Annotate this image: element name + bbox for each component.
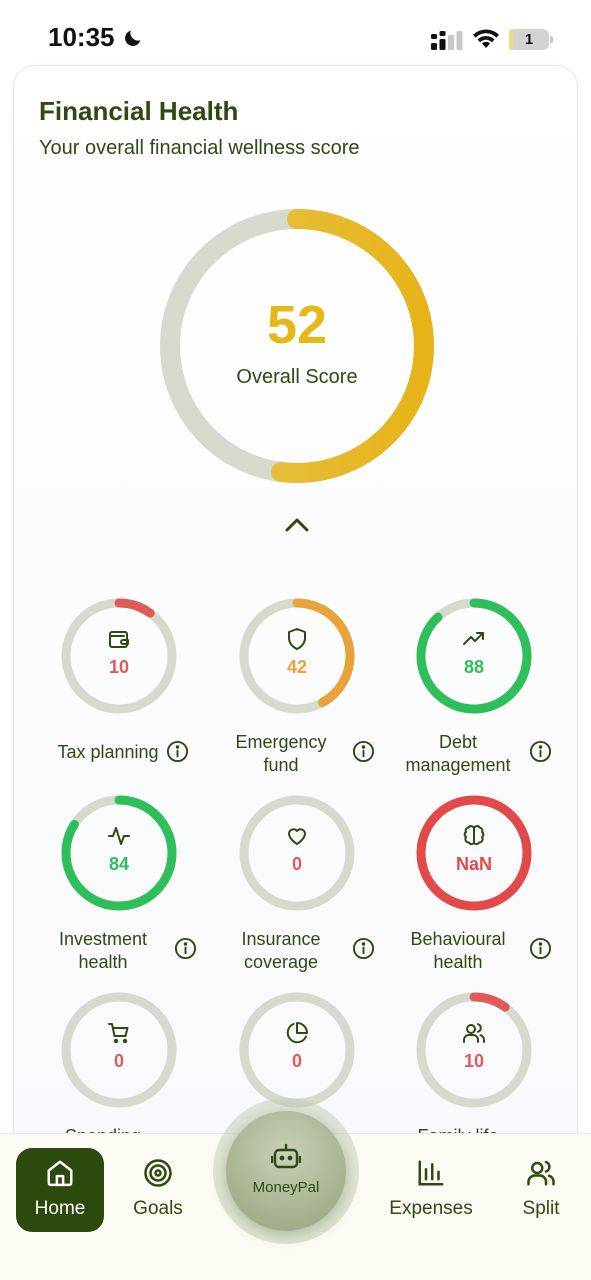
metric-ring <box>416 795 532 911</box>
metric-ring <box>416 992 532 1108</box>
metric-ring <box>239 598 355 714</box>
metric-investment-health[interactable]: 84 Investment health <box>30 793 208 983</box>
metric-ring <box>61 992 177 1108</box>
metric-ring <box>416 598 532 714</box>
nav-split[interactable]: Split <box>506 1148 576 1232</box>
metric-ring <box>61 598 177 714</box>
info-icon[interactable] <box>529 937 552 960</box>
metric-label-line2: coverage <box>243 952 319 972</box>
cart-icon <box>108 1023 129 1044</box>
overall-score-label: Overall Score <box>236 366 358 388</box>
overall-score-value: 52 <box>266 295 328 355</box>
metric-label-line1: Investment <box>58 929 148 949</box>
metric-label-line1: Behavioural <box>410 929 506 949</box>
battery-indicator: 1 <box>509 29 549 50</box>
metric-value: 10 <box>108 657 130 677</box>
info-icon[interactable] <box>529 740 552 763</box>
home-icon <box>47 1160 73 1187</box>
metric-label-line2: health <box>433 952 483 972</box>
battery-text: 1 <box>524 31 534 48</box>
moneypal-button[interactable]: MoneyPal <box>226 1111 346 1231</box>
info-icon[interactable] <box>352 937 375 960</box>
metric-ring <box>239 992 355 1108</box>
metric-label-line1: Insurance <box>241 929 321 949</box>
metric-emergency-fund[interactable]: 42 Emergency fund <box>208 596 386 786</box>
status-time: 10:35 <box>48 22 115 52</box>
chevron-up-icon[interactable] <box>282 514 312 536</box>
activity-icon <box>108 827 130 845</box>
nav-home[interactable]: Home <box>16 1148 104 1232</box>
card-title: Financial Health <box>39 96 239 126</box>
metric-value: NaN <box>455 854 492 874</box>
wallet-icon <box>109 631 129 648</box>
metric-ring <box>61 795 177 911</box>
nav-expenses-label: Expenses <box>389 1198 473 1219</box>
users-icon <box>463 1023 486 1043</box>
metric-label-line2: management <box>405 755 511 775</box>
metric-insurance-coverage[interactable]: 0 Insurance coverage <box>208 793 386 983</box>
info-icon[interactable] <box>174 937 197 960</box>
metric-label-line2: fund <box>263 755 299 775</box>
metric-value: 10 <box>463 1051 485 1071</box>
metric-value: 88 <box>463 657 485 677</box>
heart-icon <box>288 828 306 845</box>
metric-behavioural-health[interactable]: NaN Behavioural health <box>385 793 563 983</box>
pie-chart-icon <box>286 1022 308 1044</box>
users-icon <box>527 1160 555 1186</box>
metric-debt-management[interactable]: 88 Debt management <box>385 596 563 786</box>
info-icon[interactable] <box>166 740 189 763</box>
metric-label: Emergency fund <box>208 731 354 777</box>
status-bar: 10:35 1 <box>0 0 591 66</box>
nav-split-label: Split <box>522 1198 560 1219</box>
moneypal-label: MoneyPal <box>252 1179 320 1196</box>
metric-label: Behavioural health <box>385 928 531 974</box>
metric-value: 84 <box>108 854 130 874</box>
robot-icon <box>271 1143 301 1169</box>
metric-label: Debt management <box>385 731 531 777</box>
metric-ring-progress <box>416 598 532 714</box>
nav-goals[interactable]: Goals <box>118 1148 198 1232</box>
metric-tax-planning[interactable]: 10 Tax planning <box>30 596 208 786</box>
nav-home-label: Home <box>34 1198 86 1219</box>
target-icon <box>144 1159 172 1187</box>
nav-goals-label: Goals <box>133 1198 183 1219</box>
battery-tip <box>550 36 553 43</box>
trending-up-icon <box>463 632 484 645</box>
cellular-signal-icon <box>431 31 463 50</box>
metric-label: Insurance coverage <box>208 928 354 974</box>
metric-label: Tax planning <box>57 742 159 762</box>
metric-label-line1: Debt <box>438 732 478 752</box>
screen: 10:35 1 Financial Health Your overall fi… <box>0 0 591 1280</box>
metric-ring-progress <box>416 795 532 911</box>
metric-label: Investment health <box>30 928 176 974</box>
shield-icon <box>288 628 306 650</box>
wifi-icon <box>473 29 499 48</box>
metric-ring <box>239 795 355 911</box>
metric-value: 42 <box>286 657 308 677</box>
moon-icon <box>125 30 141 46</box>
nav-expenses[interactable]: Expenses <box>380 1148 482 1232</box>
metric-label-line1: Emergency <box>235 732 327 752</box>
metric-label-line2: health <box>78 952 128 972</box>
bar-chart-icon <box>418 1160 444 1186</box>
info-icon[interactable] <box>352 740 375 763</box>
metric-value: 0 <box>291 854 302 874</box>
metric-value: 0 <box>291 1051 302 1071</box>
metric-value: 0 <box>113 1051 124 1071</box>
brain-icon <box>463 825 485 846</box>
card-subtitle: Your overall financial wellness score <box>39 137 360 159</box>
